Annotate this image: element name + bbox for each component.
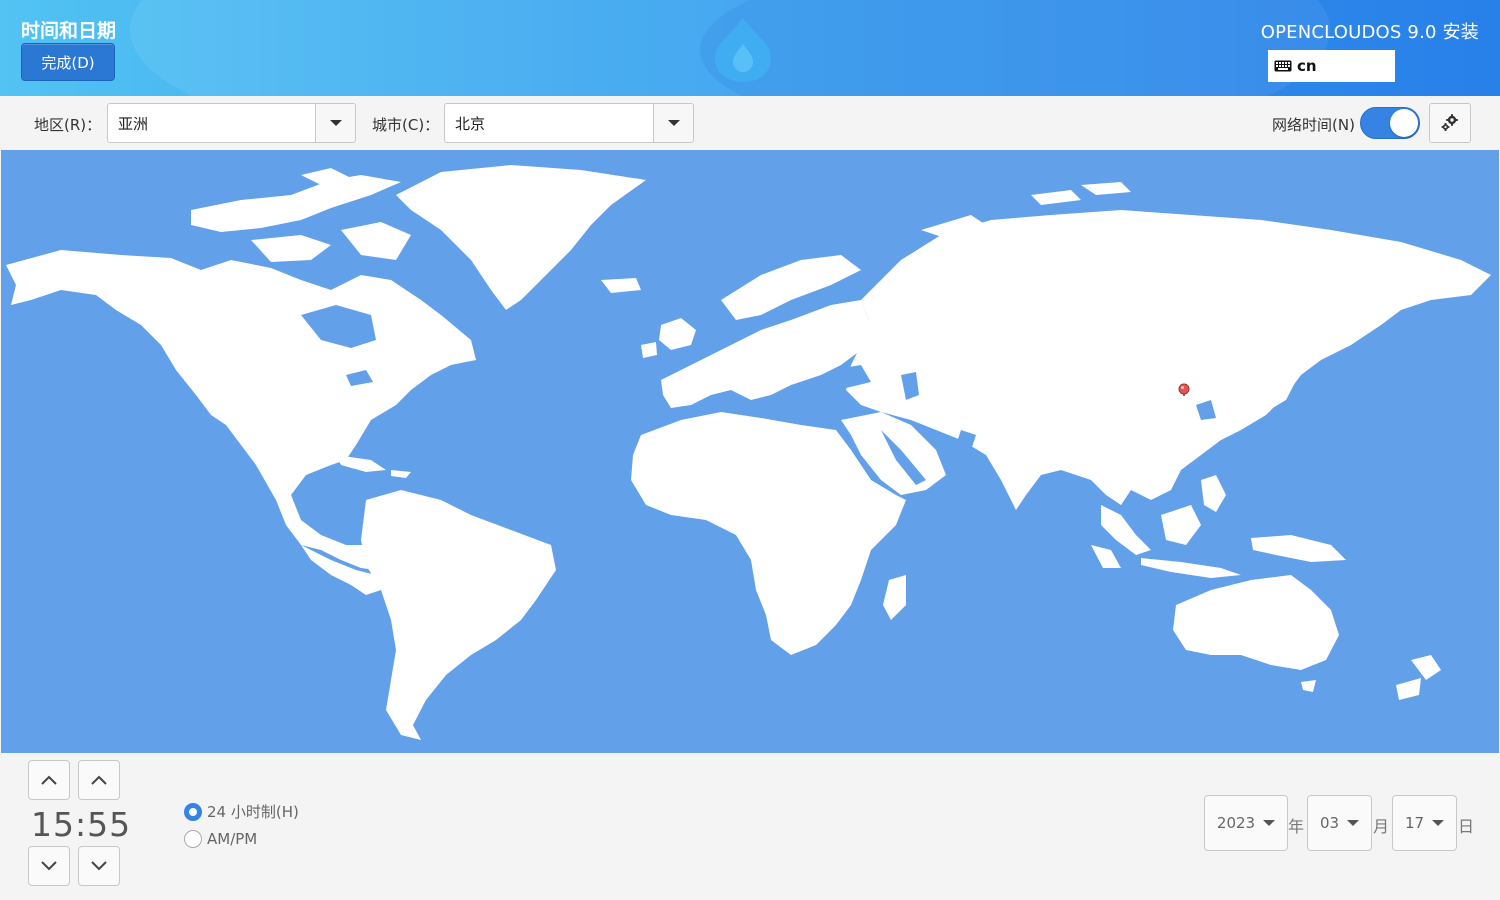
day-value: 17	[1404, 814, 1425, 832]
region-value: 亚洲	[118, 114, 149, 133]
dropdown-arrow-icon	[1432, 820, 1445, 826]
hour-up-button[interactable]	[28, 760, 70, 800]
city-label: 城市(C)：	[372, 116, 440, 134]
done-button[interactable]: 完成(D)	[21, 43, 115, 81]
month-unit: 月	[1373, 817, 1390, 836]
region-combo[interactable]: 亚洲	[107, 103, 356, 143]
keyboard-layout-indicator[interactable]: cn	[1268, 50, 1395, 82]
hour-down-button[interactable]	[28, 846, 70, 886]
chevron-down-icon	[41, 861, 57, 871]
format-ampm-label: AM/PM	[207, 830, 258, 848]
format-ampm-option[interactable]: AM/PM	[184, 830, 257, 848]
month-value: 03	[1319, 814, 1340, 832]
year-value: 2023	[1216, 814, 1256, 832]
dropdown-arrow-icon	[329, 120, 342, 126]
distro-logo-watermark	[715, 18, 771, 82]
region-label: 地区(R)：	[34, 116, 102, 134]
chevron-up-icon	[91, 775, 107, 785]
month-dropdown[interactable]: 03	[1307, 795, 1372, 851]
gear-icon	[1441, 114, 1458, 131]
minute-down-button[interactable]	[78, 846, 120, 886]
minute-up-button[interactable]	[78, 760, 120, 800]
city-value: 北京	[455, 114, 486, 133]
year-dropdown[interactable]: 2023	[1204, 795, 1288, 851]
year-unit: 年	[1288, 817, 1305, 836]
format-24h-radio[interactable]	[184, 802, 202, 821]
network-time-label: 网络时间(N)	[1272, 116, 1355, 134]
chevron-up-icon	[41, 775, 57, 785]
city-dropdown-button[interactable]	[653, 104, 693, 142]
city-combo[interactable]: 北京	[444, 103, 694, 143]
day-dropdown[interactable]: 17	[1392, 795, 1457, 851]
keyboard-icon	[1274, 60, 1292, 72]
toggle-knob	[1390, 109, 1418, 137]
world-map[interactable]	[1, 150, 1499, 753]
dropdown-arrow-icon	[667, 120, 680, 126]
dropdown-arrow-icon	[1347, 820, 1360, 826]
format-24h-option[interactable]: 24 小时制(H)	[184, 801, 299, 822]
ntp-settings-button[interactable]	[1429, 103, 1471, 143]
format-ampm-radio[interactable]	[184, 830, 202, 848]
day-unit: 日	[1458, 817, 1475, 836]
region-dropdown-button[interactable]	[315, 104, 355, 142]
dropdown-arrow-icon	[1263, 820, 1276, 826]
timezone-map[interactable]	[1, 150, 1499, 753]
keyboard-layout-label: cn	[1297, 57, 1317, 75]
chevron-down-icon	[91, 861, 107, 871]
network-time-toggle[interactable]	[1360, 107, 1420, 139]
time-display: 15:55	[31, 805, 132, 844]
format-24h-label: 24 小时制(H)	[207, 803, 299, 821]
page-title: 时间和日期	[21, 20, 117, 42]
product-title: OPENCLOUDOS 9.0 安装	[1260, 22, 1479, 43]
